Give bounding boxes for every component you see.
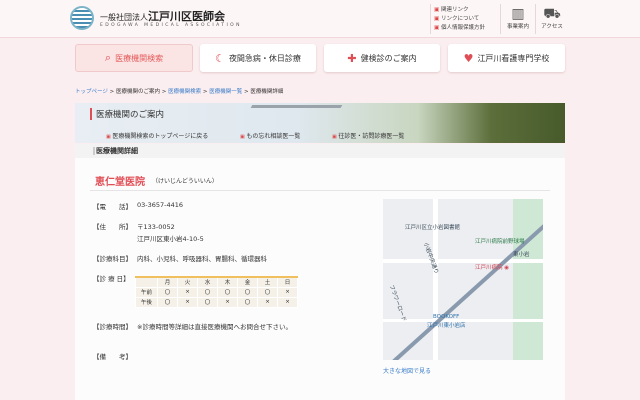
org-name: 江戸川区医師会 <box>148 10 225 23</box>
schedule-table: 月火水木金土日 午前〇 × 〇〇〇〇 × 午後〇 × 〇 × 〇 × × <box>135 276 298 308</box>
map-label: 江戸川区立小岩図書館 <box>405 225 461 231</box>
schedule-cell: × <box>217 296 238 308</box>
day-wed: 水 <box>197 276 218 288</box>
embedded-map[interactable]: 江戸川区立小岩図書館 江戸川病院前野球場 東小岩 江戸川病院 ◉ 小岩中央通り … <box>383 199 543 360</box>
day-thu: 木 <box>217 276 238 288</box>
schedule-cell: 〇 <box>197 286 218 298</box>
schedule-cell: 〇 <box>197 296 218 308</box>
breadcrumb-list[interactable]: 医療機関一覧 <box>209 89 242 95</box>
nav-label: 健検診のご案内 <box>360 53 417 63</box>
heart-icon: ♥ <box>463 51 474 65</box>
search-icon: ⌕ <box>104 51 112 64</box>
map-label: 江戸川病院 <box>475 265 503 271</box>
address-label: 【住 所】 <box>93 223 132 231</box>
divider <box>500 4 501 34</box>
nav-tab-checkups[interactable]: ✚ 健検診のご案内 <box>324 44 440 72</box>
business-info-label: 事業案内 <box>506 24 529 30</box>
nav-tab-night-holiday[interactable]: ☾ 夜間急病・休日診療 <box>200 44 316 72</box>
breadcrumb-search[interactable]: 医療機関検索 <box>168 89 201 95</box>
banner-title: 医療機関のご案内 <box>90 108 164 120</box>
schedule-cell: 〇 <box>257 286 278 298</box>
map-pin-icon: ◉ <box>504 265 510 271</box>
medical-bag-icon: ✚ <box>347 51 357 65</box>
day-tue: 火 <box>177 276 198 288</box>
breadcrumb-current: 医療機関詳細 <box>250 89 284 95</box>
section-title: 医療機関詳細 <box>75 144 565 158</box>
schedule-header-row: 月火水木金土日 <box>135 276 298 288</box>
hours-value: ※診療時間等詳細は直接医療機関へお問合せ下さい。 <box>137 323 292 331</box>
link-search-top[interactable]: 医療機関検索のトップページに戻る <box>106 131 208 140</box>
schedule-cell: 〇 <box>157 296 178 308</box>
schedule-cell: 〇 <box>237 286 258 298</box>
car-icon: ⛟ <box>543 6 561 22</box>
hours-label: 【診療時間】 <box>93 323 132 331</box>
org-prefix: 一般社団法人 <box>100 13 148 22</box>
link-home-visit-doctors[interactable]: 往診医・訪問診療医一覧 <box>332 131 404 140</box>
departments-label: 【診療科目】 <box>93 255 132 263</box>
schedule-cell: × <box>277 286 298 298</box>
phone-label: 【電 話】 <box>93 203 132 211</box>
schedule-cell: 〇 <box>237 296 258 308</box>
header-link-privacy[interactable]: 個人情報保護方針 <box>434 23 485 31</box>
larger-map-link[interactable]: 大きな地図で見る <box>383 366 431 375</box>
notes-label: 【備 考】 <box>93 353 132 361</box>
header-link-related[interactable]: 関連リンク <box>434 5 469 13</box>
postal-code: 〒133-0052 <box>137 223 175 231</box>
row-label: 午後 <box>135 296 158 308</box>
day-sun: 日 <box>277 276 298 288</box>
nav-label: 医療機関検索 <box>115 53 164 63</box>
map-label: 江戸川東小岩店 <box>427 323 466 329</box>
day-fri: 金 <box>237 276 258 288</box>
map-label: 東小岩 <box>513 252 530 258</box>
nav-tab-nursing-school[interactable]: ♥ 江戸川看護専門学校 <box>448 44 565 72</box>
business-info-button[interactable]: ▥ 事業案内 <box>503 6 533 30</box>
schedule-cell: × <box>257 296 278 308</box>
phone-value: 03-3657-4416 <box>137 201 184 209</box>
departments-value: 内科、小児科、呼吸器科、胃腸科、循環器科 <box>137 255 267 263</box>
row-label: 午前 <box>135 286 158 298</box>
divider <box>90 190 550 191</box>
schedule-cell: × <box>277 296 298 308</box>
org-english-name: EDOGAWA MEDICAL ASSOCIATION <box>100 23 242 28</box>
address-value: 江戸川区東小岩4-10-5 <box>137 235 204 243</box>
header-link-about-links[interactable]: リンクについて <box>434 14 479 22</box>
schedule-cell: × <box>177 286 198 298</box>
link-dementia-doctors[interactable]: もの忘れ相談医一覧 <box>240 131 300 140</box>
map-label: 江戸川病院前野球場 <box>475 239 525 245</box>
schedule-row-morning: 午前〇 × 〇〇〇〇 × <box>135 286 298 298</box>
divider <box>430 4 431 34</box>
association-logo[interactable] <box>70 6 94 30</box>
schedule-row-afternoon: 午後〇 × 〇 × 〇 × × <box>135 296 298 308</box>
breadcrumb: トップページ > 医療機関のご案内 > 医療機関検索 > 医療機関一覧 > 医療… <box>75 89 284 95</box>
schedule-cell: 〇 <box>217 286 238 298</box>
nav-tab-clinic-search[interactable]: ⌕ 医療機関検索 <box>75 44 193 72</box>
clinic-name: 恵仁堂医院 <box>95 177 145 188</box>
nav-label: 江戸川看護専門学校 <box>477 53 550 63</box>
divider <box>535 4 536 34</box>
map-label: フラワーロード <box>387 284 407 323</box>
breadcrumb-clinic-guide[interactable]: 医療機関のご案内 <box>116 89 160 95</box>
site-title[interactable]: 一般社団法人江戸川区医師会 <box>100 8 225 24</box>
day-mon: 月 <box>157 276 178 288</box>
day-sat: 土 <box>257 276 278 288</box>
access-button[interactable]: ⛟ アクセス <box>537 6 567 30</box>
map-pin-hospital[interactable]: 江戸川病院 ◉ <box>475 263 509 271</box>
schedule-cell: × <box>177 296 198 308</box>
moon-star-icon: ☾ <box>215 51 225 65</box>
building-icon: ▥ <box>511 6 525 22</box>
map-label: 小岩中央通り <box>422 241 440 275</box>
clinic-kana: （けいじんどういいん） <box>152 178 218 185</box>
days-label: 【診 療 日】 <box>93 275 130 283</box>
map-label: BOOKOFF <box>433 314 460 320</box>
nav-label: 夜間急病・休日診療 <box>228 53 301 63</box>
breadcrumb-top[interactable]: トップページ <box>75 89 108 95</box>
schedule-cell: 〇 <box>157 286 178 298</box>
access-label: アクセス <box>541 24 563 30</box>
